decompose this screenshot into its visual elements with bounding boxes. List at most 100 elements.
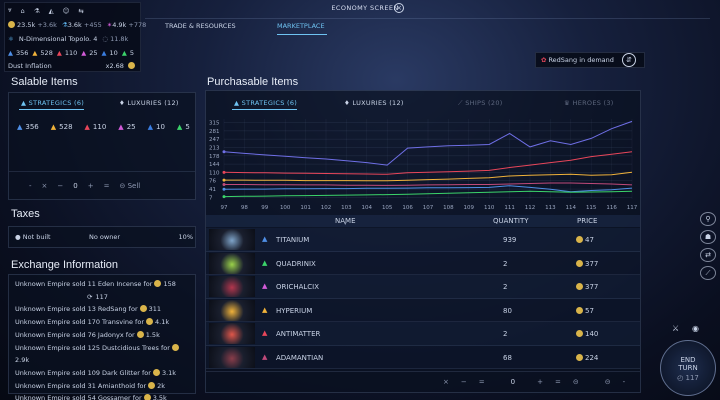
column-price[interactable]: PRICE xyxy=(577,217,597,225)
buy-quantity[interactable]: 0 xyxy=(511,378,515,386)
item-quantity: 2 xyxy=(503,259,508,268)
item-price: 47 xyxy=(585,236,594,244)
fleet-icon[interactable]: ⩔ xyxy=(8,6,12,15)
x-tick-label: 103 xyxy=(341,205,352,211)
salable-resource[interactable]: ▲ 356 xyxy=(17,123,39,131)
y-tick-label: 7 xyxy=(209,195,213,201)
sell-quantity[interactable]: 0 xyxy=(73,182,77,190)
multiply-icon[interactable]: × xyxy=(443,378,449,386)
item-thumbnail xyxy=(209,346,255,368)
salable-resource[interactable]: ▲ 25 xyxy=(118,123,135,131)
diplomacy-icon[interactable]: ⇆ xyxy=(78,7,83,15)
tab-purchase-ships[interactable]: ⟋ SHIPS (20) xyxy=(458,99,503,108)
exchange-item: Unknown Empire sold 54 Gossamer for 3.5k xyxy=(15,394,167,400)
decrease-button[interactable]: - xyxy=(29,182,32,190)
sort-icon[interactable]: ▾ xyxy=(344,221,347,227)
quadrinix-icon: ▲ xyxy=(32,49,38,57)
salable-resource[interactable]: ▲ 528 xyxy=(51,123,73,131)
table-row[interactable]: ▲ ANTIMATTER 2 140 xyxy=(206,322,640,346)
buy-button[interactable]: ⊝ xyxy=(573,378,579,386)
resource-icon: ▲ xyxy=(262,282,268,290)
purchasable-panel: ▲ STRATEGICS (6) ♦ LUXURIES (12) ⟋ SHIPS… xyxy=(205,90,641,393)
table-row[interactable]: ▲ ADAMANTIAN 68 224 xyxy=(206,345,640,369)
science-icon[interactable]: ⚗ xyxy=(34,7,40,15)
confirm-button[interactable]: ⊝ xyxy=(605,378,611,386)
x-tick-label: 104 xyxy=(362,205,373,211)
sell-button[interactable]: ⊝ Sell xyxy=(120,182,141,190)
empire-icon[interactable]: ⚲ xyxy=(700,212,716,226)
equals-button[interactable]: = xyxy=(104,182,110,190)
x-tick-label: 117 xyxy=(627,205,638,211)
column-quantity[interactable]: QUANTITY xyxy=(493,217,529,225)
tab-marketplace[interactable]: MARKETPLACE xyxy=(277,22,325,30)
item-name: TITANIUM xyxy=(276,236,310,244)
sword-icon[interactable]: ⚔ xyxy=(672,324,688,338)
demand-filter-icon[interactable]: ⇵ xyxy=(622,53,636,67)
decrease-button[interactable]: - xyxy=(623,378,626,386)
orichalcix-icon: ▲ xyxy=(56,49,62,57)
tab-purchase-luxuries[interactable]: ♦ LUXURIES (12) xyxy=(344,99,404,107)
minus-button[interactable]: − xyxy=(57,182,63,190)
tab-trade-resources[interactable]: TRADE & RESOURCES xyxy=(165,22,236,30)
tab-purchase-heroes[interactable]: ♛ HEROES (3) xyxy=(564,99,614,107)
item-quantity: 2 xyxy=(503,330,508,338)
equals-button[interactable]: = xyxy=(479,378,485,386)
x-tick-label: 106 xyxy=(402,205,413,211)
y-tick-label: 144 xyxy=(209,162,220,168)
salable-controls: - × − 0 + = ⊝ Sell xyxy=(29,182,140,190)
strategic-quadrinix: ▲ 528 xyxy=(32,49,53,57)
item-price: 140 xyxy=(585,330,599,338)
tab-purchase-strategics[interactable]: ▲ STRATEGICS (6) xyxy=(234,99,297,107)
series-point xyxy=(222,178,226,182)
alert-icon[interactable]: ◉ xyxy=(692,324,708,338)
x-tick-label: 107 xyxy=(423,205,434,211)
research-icon: ⚛ xyxy=(8,35,14,43)
item-price: 224 xyxy=(585,353,599,362)
end-turn-button[interactable]: END TURN ◴ 117 xyxy=(660,340,716,396)
x-tick-label: 105 xyxy=(382,205,393,211)
exchange-item: ⟳ 117 xyxy=(87,292,108,301)
item-thumbnail xyxy=(209,252,255,274)
research-name[interactable]: N-Dimensional Topolo. 4 xyxy=(19,35,98,43)
x-tick-label: 110 xyxy=(484,205,495,211)
tax-owner: No owner xyxy=(89,233,120,241)
dust-icon xyxy=(146,318,153,326)
plus-button[interactable]: + xyxy=(88,182,94,190)
item-name: HYPERIUM xyxy=(276,306,313,315)
multiply-icon[interactable]: × xyxy=(42,182,48,190)
taxes-panel: ● Not built No owner 10% xyxy=(8,226,196,248)
item-name: QUADRINIX xyxy=(276,259,316,268)
item-quantity: 80 xyxy=(503,306,512,315)
dust-icon xyxy=(152,368,160,376)
table-row[interactable]: ▲ QUADRINIX 2 377 xyxy=(206,251,640,275)
tab-salable-luxuries[interactable]: ♦ LUXURIES (12) xyxy=(119,99,179,107)
salable-resource[interactable]: ▲ 10 xyxy=(148,123,165,131)
graph-icon[interactable]: ⟋ xyxy=(700,266,716,280)
y-tick-label: 247 xyxy=(209,137,220,143)
trade-icon[interactable]: ⇄ xyxy=(700,248,716,262)
resource-icon: ▲ xyxy=(50,123,57,131)
dust-icon xyxy=(576,353,583,361)
approval-icon[interactable]: ☺ xyxy=(63,7,70,15)
close-icon[interactable]: × xyxy=(394,3,404,13)
table-row[interactable]: ▲ ORICHALCIX 2 377 xyxy=(206,275,640,299)
people-icon[interactable]: ☗ xyxy=(700,230,716,244)
influence-icon[interactable]: ◭ xyxy=(49,7,54,15)
plus-button[interactable]: + xyxy=(537,378,543,386)
table-row[interactable]: ▲ HYPERIUM 80 57 xyxy=(206,298,640,322)
minus-button[interactable]: − xyxy=(461,378,467,386)
salable-resource[interactable]: ▲ 5 xyxy=(177,123,190,131)
antimatter-icon: ▲ xyxy=(101,49,107,57)
purchase-controls: × − = 0 + = ⊝ ⊝ - xyxy=(443,378,625,386)
dust-icon xyxy=(576,330,583,337)
equals-button-2[interactable]: = xyxy=(555,378,561,386)
salable-resource[interactable]: ▲ 110 xyxy=(85,123,107,131)
dust-amount: 23.5k +3.6k xyxy=(8,21,57,29)
city-icon[interactable]: ⌂ xyxy=(21,7,25,15)
item-name: ORICHALCIX xyxy=(276,283,320,291)
science-amount: ⚗3.6k +455 xyxy=(61,21,102,29)
bomb-icon: ● xyxy=(15,233,21,241)
table-row[interactable]: ▲ TITANIUM 939 47 xyxy=(206,228,640,252)
tab-salable-strategics[interactable]: ▲ STRATEGICS (6) xyxy=(21,99,84,107)
resource-icon: ▲ xyxy=(176,123,183,131)
